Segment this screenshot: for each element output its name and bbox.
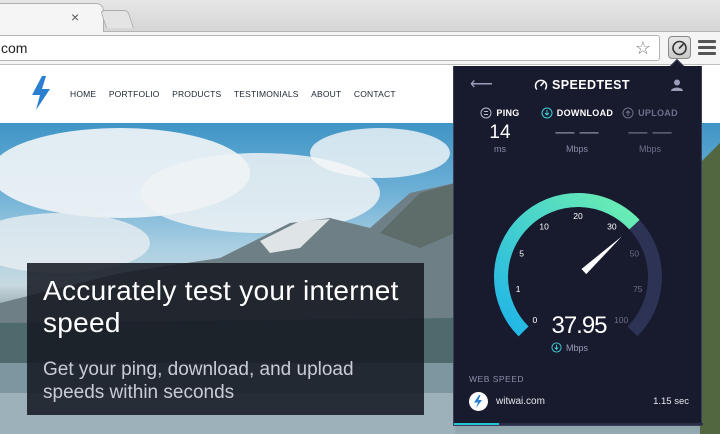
bookmark-star-icon[interactable]: ☆: [635, 37, 651, 59]
ping-value: 14: [489, 122, 511, 143]
close-tab-icon[interactable]: ×: [71, 10, 79, 24]
ping-unit: ms: [494, 144, 506, 154]
gauge-tick-label-0: 0: [532, 315, 537, 325]
web-site-name: witwai.com: [496, 396, 545, 407]
lightning-logo-icon[interactable]: [30, 76, 52, 110]
download-metric: DOWNLOAD — — Mbps: [532, 107, 622, 154]
url-text[interactable]: com: [1, 40, 27, 56]
gauge-needle-pointer: [581, 236, 622, 275]
download-unit: Mbps: [565, 144, 588, 154]
browser-toolbar: com ☆: [0, 32, 720, 65]
site-favicon-icon: [469, 392, 488, 411]
gauge-tick-label-10: 10: [539, 221, 549, 231]
nav-testimonials[interactable]: TESTIMONIALS: [234, 89, 299, 99]
back-arrow-icon[interactable]: ⟵: [470, 77, 493, 93]
nav-portfolio[interactable]: PORTFOLIO: [109, 89, 160, 99]
upload-label: UPLOAD: [638, 108, 678, 118]
download-value: — —: [555, 122, 599, 143]
download-icon: [541, 107, 553, 119]
brand-text: SPEEDTEST: [552, 78, 630, 92]
nav-contact[interactable]: CONTACT: [354, 89, 396, 99]
hero-subtitle: Get your ping, download, and upload spee…: [43, 359, 354, 403]
nav-about[interactable]: ABOUT: [311, 89, 341, 99]
current-speed-unit: Mbps: [551, 342, 588, 353]
upload-unit: Mbps: [638, 144, 661, 154]
speedtest-popup: ⟵ SPEEDTEST PING 14 ms DOWNLOAD — — Mbps…: [453, 66, 703, 426]
speedtest-extension-button[interactable]: [668, 36, 691, 59]
speedtest-brand: SPEEDTEST: [534, 78, 630, 92]
gauge-tick-label-50: 50: [630, 249, 640, 259]
ping-icon: [480, 107, 492, 119]
upload-value: — —: [628, 122, 672, 143]
gauge-tick-label-20: 20: [573, 211, 583, 221]
upload-icon: [622, 107, 634, 119]
user-profile-icon[interactable]: [670, 78, 684, 92]
browser-tab[interactable]: ×: [0, 3, 104, 32]
gauge-tick-labels: 0 1 5 10 20 30 50 75 100: [516, 211, 643, 325]
speed-unit-label: Mbps: [566, 342, 589, 353]
hero-title: Accurately test your internet speed: [43, 275, 399, 338]
gauge-tick-label-75: 75: [633, 284, 643, 294]
nav-products[interactable]: PRODUCTS: [172, 89, 221, 99]
current-speed: 37.95: [551, 312, 607, 339]
web-speed-label: WEB SPEED: [469, 374, 525, 384]
upload-metric: UPLOAD — — Mbps: [610, 107, 690, 154]
gauge-tick-label-1: 1: [516, 284, 521, 294]
web-speed-row[interactable]: witwai.com 1.15 sec: [469, 392, 689, 412]
new-tab-button[interactable]: [100, 10, 134, 28]
gauge-tick-label-100: 100: [614, 315, 628, 325]
address-bar[interactable]: com ☆: [0, 35, 660, 61]
hero-card: Accurately test your internet speed Get …: [27, 263, 424, 415]
gauge-tick-label-30: 30: [607, 221, 617, 231]
download-small-icon: [551, 342, 562, 353]
download-label: DOWNLOAD: [556, 108, 614, 118]
site-nav: HOME PORTFOLIO PRODUCTS TESTIMONIALS ABO…: [70, 89, 408, 99]
ping-metric: PING 14 ms: [460, 107, 540, 154]
browser-menu-icon[interactable]: [698, 40, 716, 56]
gauge-tick-label-5: 5: [519, 249, 524, 259]
test-progress-bar: [454, 423, 703, 425]
speedtest-logo-icon: [534, 79, 548, 90]
web-site-time: 1.15 sec: [653, 396, 689, 407]
speedometer-icon: [672, 40, 687, 56]
tab-strip: ×: [0, 0, 720, 32]
gauge-needle: [581, 236, 622, 275]
nav-home[interactable]: HOME: [70, 89, 96, 99]
ping-label: PING: [496, 108, 520, 118]
